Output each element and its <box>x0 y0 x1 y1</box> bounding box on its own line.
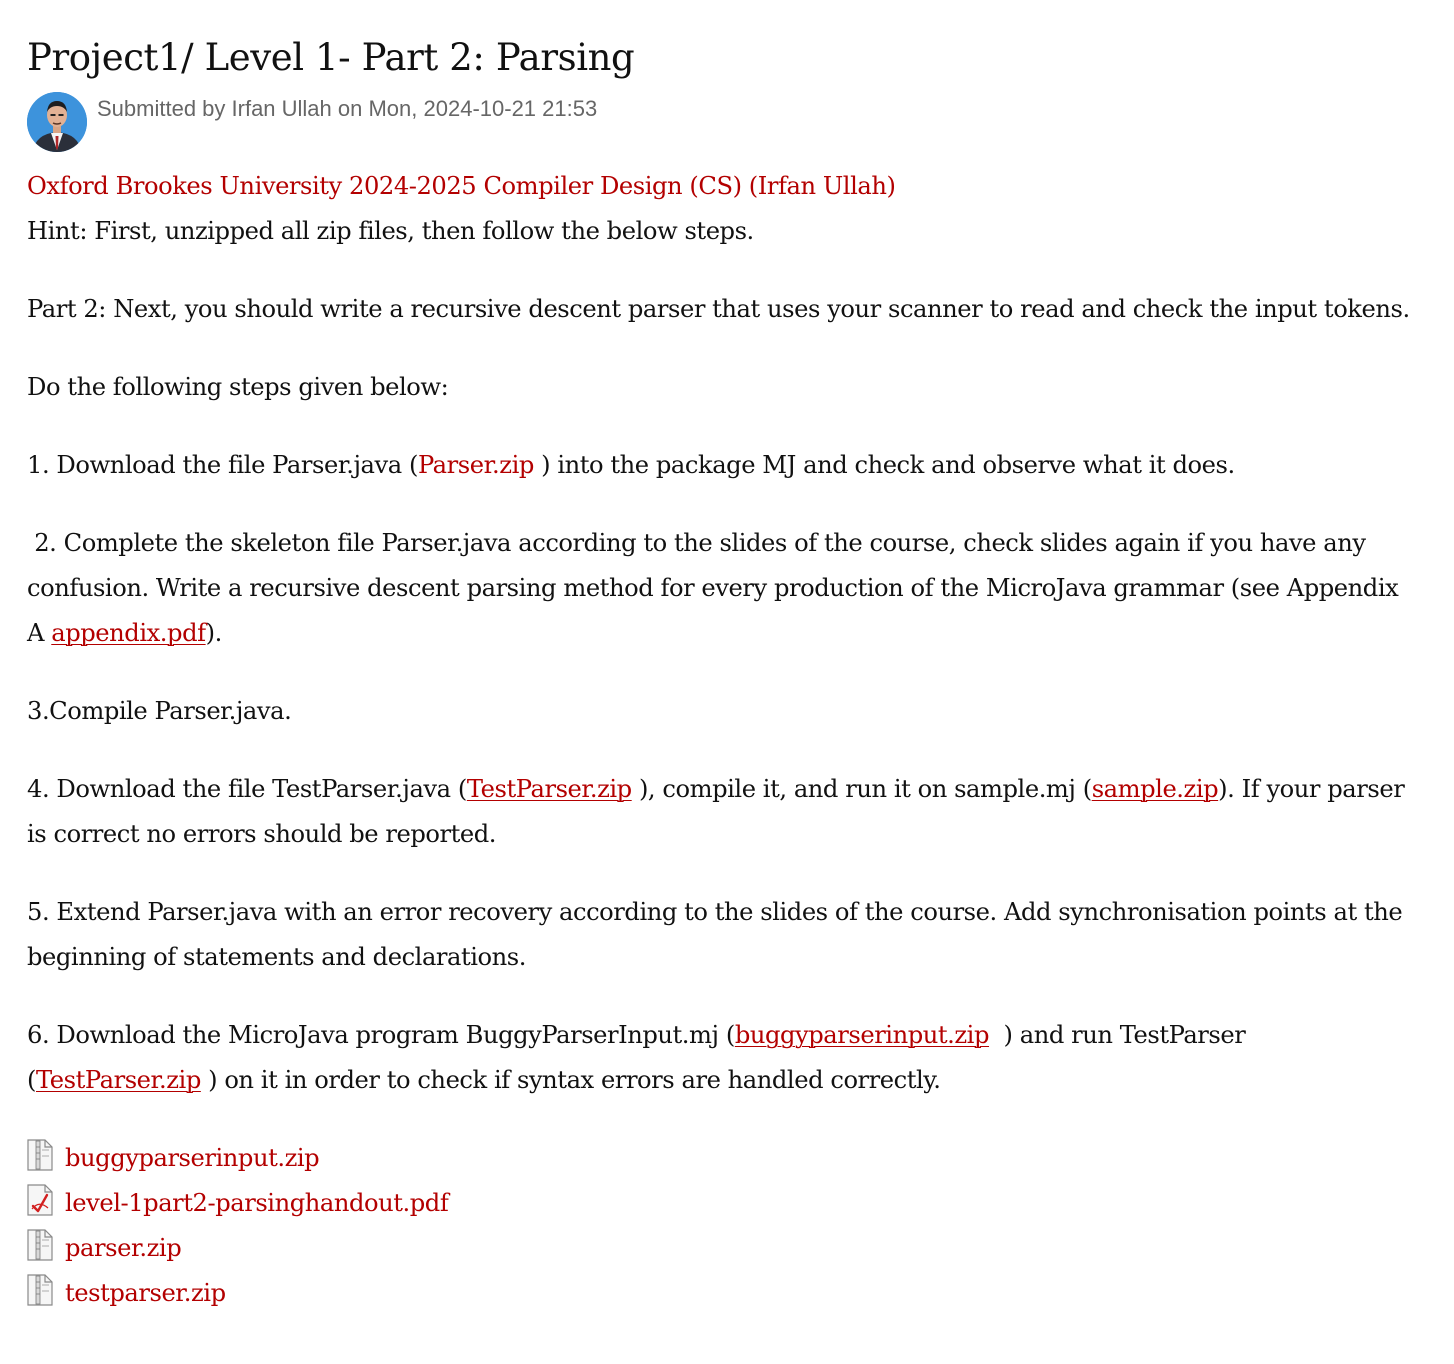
attachment-link[interactable]: parser.zip <box>65 1226 182 1271</box>
attachment-link[interactable]: testparser.zip <box>65 1271 226 1316</box>
user-avatar-icon <box>27 92 87 152</box>
pdf-file-icon <box>27 1183 53 1216</box>
appendix-pdf-link[interactable]: appendix.pdf <box>51 619 206 647</box>
step-1-text: 1. Download the file Parser.java ( <box>27 451 418 479</box>
hint-paragraph: Hint: First, unzipped all zip files, the… <box>27 217 754 245</box>
attachment-item: parser.zip <box>27 1226 1422 1271</box>
buggyparserinput-zip-link[interactable]: buggyparserinput.zip <box>735 1021 990 1049</box>
step-2-text-end: ). <box>205 619 223 647</box>
attachment-item: testparser.zip <box>27 1271 1422 1316</box>
attachment-item: buggyparserinput.zip <box>27 1136 1422 1181</box>
attachment-link[interactable]: buggyparserinput.zip <box>65 1136 320 1181</box>
intro-paragraph: Do the following steps given below: <box>27 373 449 401</box>
sample-zip-link[interactable]: sample.zip <box>1092 775 1219 803</box>
step-2-text: 2. Complete the skeleton file Parser.jav… <box>27 529 1399 647</box>
zip-file-icon <box>27 1273 53 1306</box>
step-4-text-middle: ), compile it, and run it on sample.mj ( <box>631 775 1092 803</box>
attachment-link[interactable]: level-1part2-parsinghandout.pdf <box>65 1181 449 1226</box>
course-paragraph: Oxford Brookes University 2024-2025 Comp… <box>27 164 1422 209</box>
zip-file-icon <box>27 1138 53 1171</box>
zip-file-icon <box>27 1228 53 1261</box>
submitted-by: Submitted by Irfan Ullah on Mon, 2024-10… <box>97 96 598 121</box>
avatar[interactable] <box>27 92 87 152</box>
testparser-zip-link-2[interactable]: TestParser.zip <box>36 1066 201 1094</box>
attachment-list: buggyparserinput.zip level-1part2-parsin… <box>27 1136 1422 1316</box>
attachment-item: level-1part2-parsinghandout.pdf <box>27 1181 1422 1226</box>
node-body: Oxford Brookes University 2024-2025 Comp… <box>27 164 1422 1316</box>
parser-zip-link[interactable]: Parser.zip <box>418 451 534 479</box>
step-6-text-end: ) on it in order to check if syntax erro… <box>200 1066 941 1094</box>
testparser-zip-link[interactable]: TestParser.zip <box>467 775 632 803</box>
step-6-text: 6. Download the MicroJava program BuggyP… <box>27 1021 735 1049</box>
part2-paragraph: Part 2: Next, you should write a recursi… <box>27 295 1410 323</box>
step-5: 5. Extend Parser.java with an error reco… <box>27 898 1403 971</box>
step-1: 1. Download the file Parser.java (Parser… <box>27 443 1422 488</box>
step-2: 2. Complete the skeleton file Parser.jav… <box>27 521 1422 656</box>
step-6: 6. Download the MicroJava program BuggyP… <box>27 1013 1422 1103</box>
step-4: 4. Download the file TestParser.java (Te… <box>27 767 1422 857</box>
submitted-meta: Submitted by Irfan Ullah on Mon, 2024-10… <box>27 92 927 154</box>
page-title: Project1/ Level 1- Part 2: Parsing <box>27 36 635 79</box>
step-3: 3.Compile Parser.java. <box>27 697 292 725</box>
step-4-text: 4. Download the file TestParser.java ( <box>27 775 467 803</box>
course-link[interactable]: Oxford Brookes University 2024-2025 Comp… <box>27 172 896 200</box>
step-1-text-end: ) into the package MJ and check and obse… <box>533 451 1235 479</box>
